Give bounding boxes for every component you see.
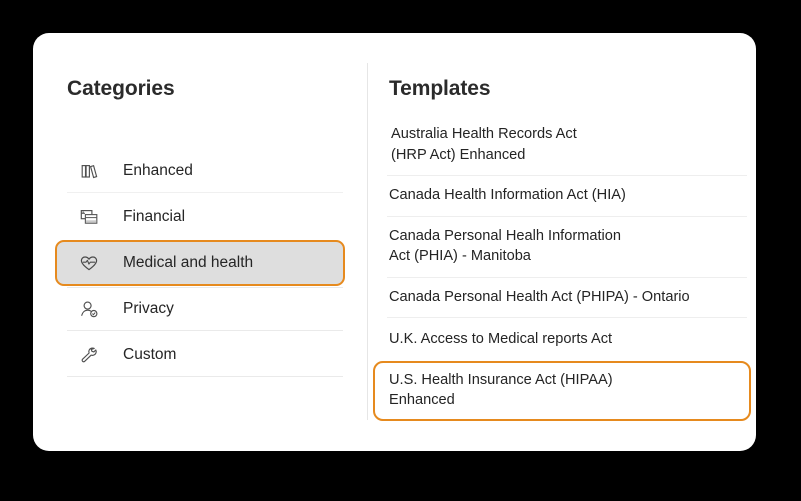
categories-pane: Categories Enhanced Financial Medical an… <box>33 33 368 451</box>
category-item-label: Enhanced <box>123 162 193 179</box>
template-item-uk-medical-reports[interactable]: U.K. Access to Medical reports Act <box>373 320 751 360</box>
category-item-enhanced[interactable]: Enhanced <box>55 148 345 194</box>
template-item-australia-hrp[interactable]: Australia Health Records Act (HRP Act) E… <box>373 115 751 175</box>
category-item-label: Custom <box>123 346 177 363</box>
category-separator <box>67 330 343 331</box>
template-item-label: Australia Health Records Act (HRP Act) E… <box>391 126 577 163</box>
template-list: Australia Health Records Act (HRP Act) E… <box>373 115 751 421</box>
categories-heading: Categories <box>67 77 175 100</box>
template-item-label: Canada Personal Healh Information Act (P… <box>389 227 622 265</box>
screen: Categories Enhanced Financial Medical an… <box>0 0 801 501</box>
category-item-financial[interactable]: Financial <box>55 194 345 240</box>
category-item-label: Privacy <box>123 300 174 317</box>
heart-pulse-icon <box>76 250 102 276</box>
category-item-medical-and-health[interactable]: Medical and health <box>55 240 345 286</box>
category-separator <box>67 287 343 288</box>
category-item-label: Medical and health <box>123 254 254 271</box>
category-item-privacy[interactable]: Privacy <box>55 286 345 332</box>
category-item-label: Financial <box>123 208 186 225</box>
template-item-us-hipaa-enhanced[interactable]: U.S. Health Insurance Act (HIPAA) Enhanc… <box>373 360 751 421</box>
template-picker-card: Categories Enhanced Financial Medical an… <box>33 33 756 451</box>
template-item-label: U.S. Health Insurance Act (HIPAA) Enhanc… <box>389 371 613 409</box>
category-item-custom[interactable]: Custom <box>55 332 345 378</box>
template-separator <box>387 317 747 318</box>
template-item-canada-hia[interactable]: Canada Health Information Act (HIA) <box>373 176 751 216</box>
person-badge-icon <box>76 296 102 322</box>
template-item-label: U.K. Access to Medical reports Act <box>389 331 613 347</box>
windows-card-icon <box>76 204 102 230</box>
template-item-label: Canada Personal Health Act (PHIPA) - Ont… <box>389 288 690 305</box>
template-item-label: Canada Health Information Act (HIA) <box>389 187 626 203</box>
category-separator <box>67 376 343 377</box>
category-separator <box>67 192 343 193</box>
templates-heading: Templates <box>389 77 491 100</box>
category-list: Enhanced Financial Medical and health Pr… <box>55 148 345 378</box>
template-item-canada-phipa-ontario[interactable]: Canada Personal Health Act (PHIPA) - Ont… <box>373 278 751 318</box>
template-item-canada-phia-manitoba[interactable]: Canada Personal Healh Information Act (P… <box>373 217 751 277</box>
books-icon <box>76 158 102 184</box>
wrench-icon <box>76 342 102 368</box>
templates-pane: Templates Australia Health Records Act (… <box>367 33 756 451</box>
